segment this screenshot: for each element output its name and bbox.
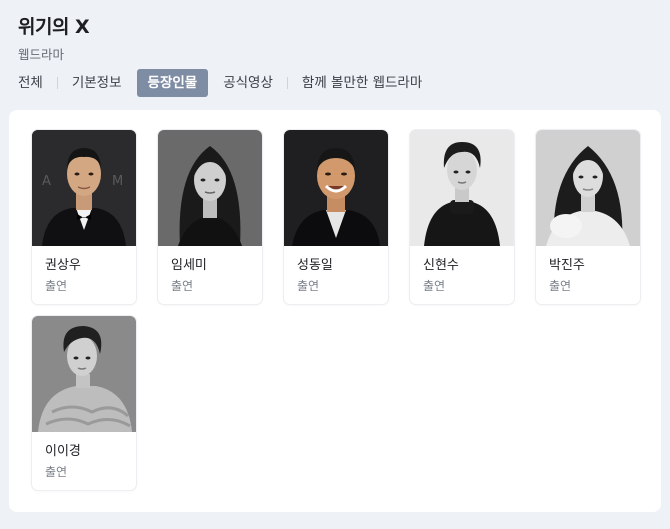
cast-role: 출연: [549, 279, 572, 293]
cast-panel: A M 권상우 출연 임세미 출연 성동일 출연 신현수 출연 박진주 출연 이…: [9, 110, 661, 512]
tab-cast[interactable]: 등장인물: [136, 69, 209, 97]
tab-basic-info[interactable]: 기본정보: [72, 69, 122, 97]
cast-card[interactable]: 임세미 출연: [158, 130, 262, 304]
cast-card[interactable]: 이이경 출연: [32, 316, 136, 490]
tab-divider: [286, 77, 288, 89]
cast-role: 출연: [171, 279, 194, 293]
cast-card[interactable]: 박진주 출연: [536, 130, 640, 304]
cast-photo: [284, 130, 388, 246]
tab-bar: 전체 기본정보 등장인물 공식영상 함께 볼만한 웹드라마: [18, 69, 422, 97]
cast-role: 출연: [45, 465, 68, 479]
cast-name: 권상우: [45, 258, 81, 273]
tab-official-videos[interactable]: 공식영상: [223, 69, 273, 97]
cast-role: 출연: [423, 279, 446, 293]
cast-card[interactable]: A M 권상우 출연: [32, 130, 136, 304]
svg-text:M: M: [112, 174, 123, 189]
cast-card[interactable]: 성동일 출연: [284, 130, 388, 304]
tab-divider: [56, 77, 58, 89]
cast-name: 박진주: [549, 258, 585, 273]
cast-photo: [410, 130, 514, 246]
cast-photo: [536, 130, 640, 246]
cast-name: 임세미: [171, 258, 207, 273]
tab-all[interactable]: 전체: [18, 69, 43, 97]
tab-related-web-dramas[interactable]: 함께 볼만한 웹드라마: [302, 69, 422, 97]
cast-name: 신현수: [423, 258, 459, 273]
page-subtitle: 웹드라마: [18, 47, 65, 62]
svg-text:A: A: [42, 174, 51, 189]
cast-card[interactable]: 신현수 출연: [410, 130, 514, 304]
cast-photo: [32, 316, 136, 432]
page-title: 위기의 X: [18, 16, 90, 38]
cast-name: 성동일: [297, 258, 333, 273]
cast-role: 출연: [45, 279, 68, 293]
cast-photo: [158, 130, 262, 246]
cast-name: 이이경: [45, 444, 81, 459]
cast-photo: A M: [32, 130, 136, 246]
cast-role: 출연: [297, 279, 320, 293]
page-header: 위기의 X 웹드라마: [18, 14, 90, 63]
